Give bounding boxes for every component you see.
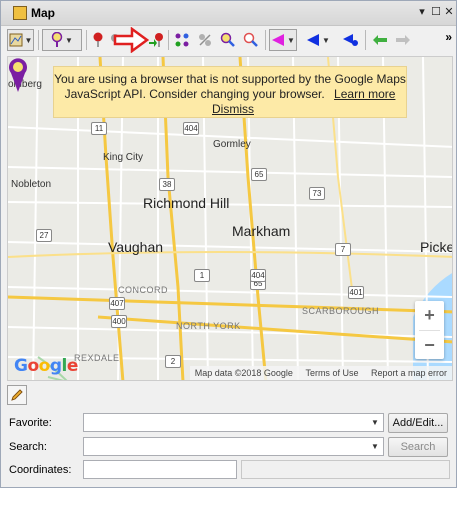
map-view[interactable]: You are using a browser that is not supp… [7,56,453,381]
chevron-down-icon[interactable]: ▼ [367,438,383,455]
blue-back-icon [307,34,320,46]
blue-back-button[interactable]: ▼ [304,29,332,51]
map-panel: Map ▾ ☐ ✕ ▼ ▼ ▼ ▼ » You are using a brow… [0,0,457,488]
pin-arrow-button[interactable] [147,29,165,51]
search-combobox[interactable]: ▼ [83,437,384,456]
learn-more-link[interactable]: Learn more [334,87,395,101]
zoom-pin-icon [220,32,235,47]
map-attribution: Map data ©2018 Google Terms of Use Repor… [189,366,452,380]
toolbar-overflow-icon[interactable]: » [445,30,452,44]
route-shield-38: 38 [159,178,175,191]
zoom-control: + − [415,301,444,359]
map-data-text: Map data ©2018 Google [194,368,293,378]
route-shield-2: 2 [165,355,181,368]
route-shield-73: 73 [309,187,325,200]
coordinates-input[interactable] [83,460,237,479]
route-shield-407: 407 [109,297,125,310]
zoom-in-button[interactable]: + [415,301,444,330]
place-richmond-hill: Richmond Hill [143,195,230,211]
pin-select-icon [51,32,63,47]
place-markham: Markham [232,223,291,239]
route-shield-7: 7 [335,243,351,256]
location-pin-icon[interactable] [8,57,28,93]
search-button[interactable]: Search [388,437,448,457]
place-vaughan: Vaughan [108,239,164,255]
place-scarborough: SCARBOROUGH [302,306,380,316]
dismiss-link[interactable]: Dismiss [212,102,254,116]
route-shield-400: 400 [111,315,127,328]
route-shield-404: 404 [183,122,199,135]
route-button[interactable] [173,29,191,51]
pin-select-button[interactable]: ▼ [42,29,82,51]
magnify-pin-button[interactable] [242,29,260,51]
maximize-icon[interactable]: ☐ [429,5,443,19]
report-map-error-link[interactable]: Report a map error [371,368,447,378]
pin-arrow-icon [149,33,163,47]
zoom-out-button[interactable]: − [415,331,444,360]
red-pin-icon [93,32,103,47]
search-label: Search: [9,441,47,453]
pencil-icon [11,389,23,401]
route-shield-11: 11 [91,122,107,135]
add-edit-button[interactable]: Add/Edit... [388,413,448,433]
red-arrow-icon [113,26,149,54]
place-pickering: Picker [420,239,452,255]
title-bar: Map ▾ ☐ ✕ [1,1,456,26]
route-shield-65: 65 [251,168,267,181]
magenta-back-button[interactable]: ▼ [269,29,297,51]
split-icon [199,34,211,46]
gray-forward-button[interactable] [393,29,413,51]
browser-warning-banner: You are using a browser that is not supp… [53,66,407,118]
place-nobleton: Nobleton [11,179,52,190]
coordinates-label: Coordinates: [9,464,72,476]
green-back-button[interactable] [370,29,390,51]
dropdown-icon[interactable]: ▾ [415,5,429,19]
favorite-label: Favorite: [9,417,52,429]
edit-button[interactable] [7,385,27,405]
route-shield-404b: 404 [250,269,266,282]
route-icon [175,33,189,47]
google-logo: Google [14,356,78,376]
route-shield-1: 1 [194,269,210,282]
split-button[interactable] [196,29,214,51]
place-king-city: King City [103,152,144,163]
green-back-icon [373,35,387,45]
map-layers-button[interactable]: ▼ [7,29,34,51]
place-concord: CONCORD [118,285,168,295]
route-shield-401: 401 [348,286,364,299]
zoom-pin-button[interactable] [219,29,237,51]
magenta-back-icon [272,34,285,46]
toolbar: ▼ ▼ ▼ ▼ » [1,26,456,54]
terms-of-use-link[interactable]: Terms of Use [305,368,358,378]
magnify-pin-icon [243,32,258,47]
route-shield-27: 27 [36,229,52,242]
blue-forward-icon [343,34,358,46]
map-layers-icon [9,33,23,47]
place-gormley: Gormley [213,139,251,150]
place-rexdale: REXDALE [74,353,120,363]
window-title: Map [31,6,55,20]
coordinates-readout [241,460,450,479]
close-icon[interactable]: ✕ [442,5,456,19]
favorite-combobox[interactable]: ▼ [83,413,384,432]
gray-forward-icon [396,35,410,45]
place-north-york: NORTH YORK [176,321,241,331]
chevron-down-icon[interactable]: ▼ [367,414,383,431]
blue-forward-button[interactable] [341,29,361,51]
red-pin-button[interactable] [89,29,107,51]
map-window-icon [13,6,27,20]
